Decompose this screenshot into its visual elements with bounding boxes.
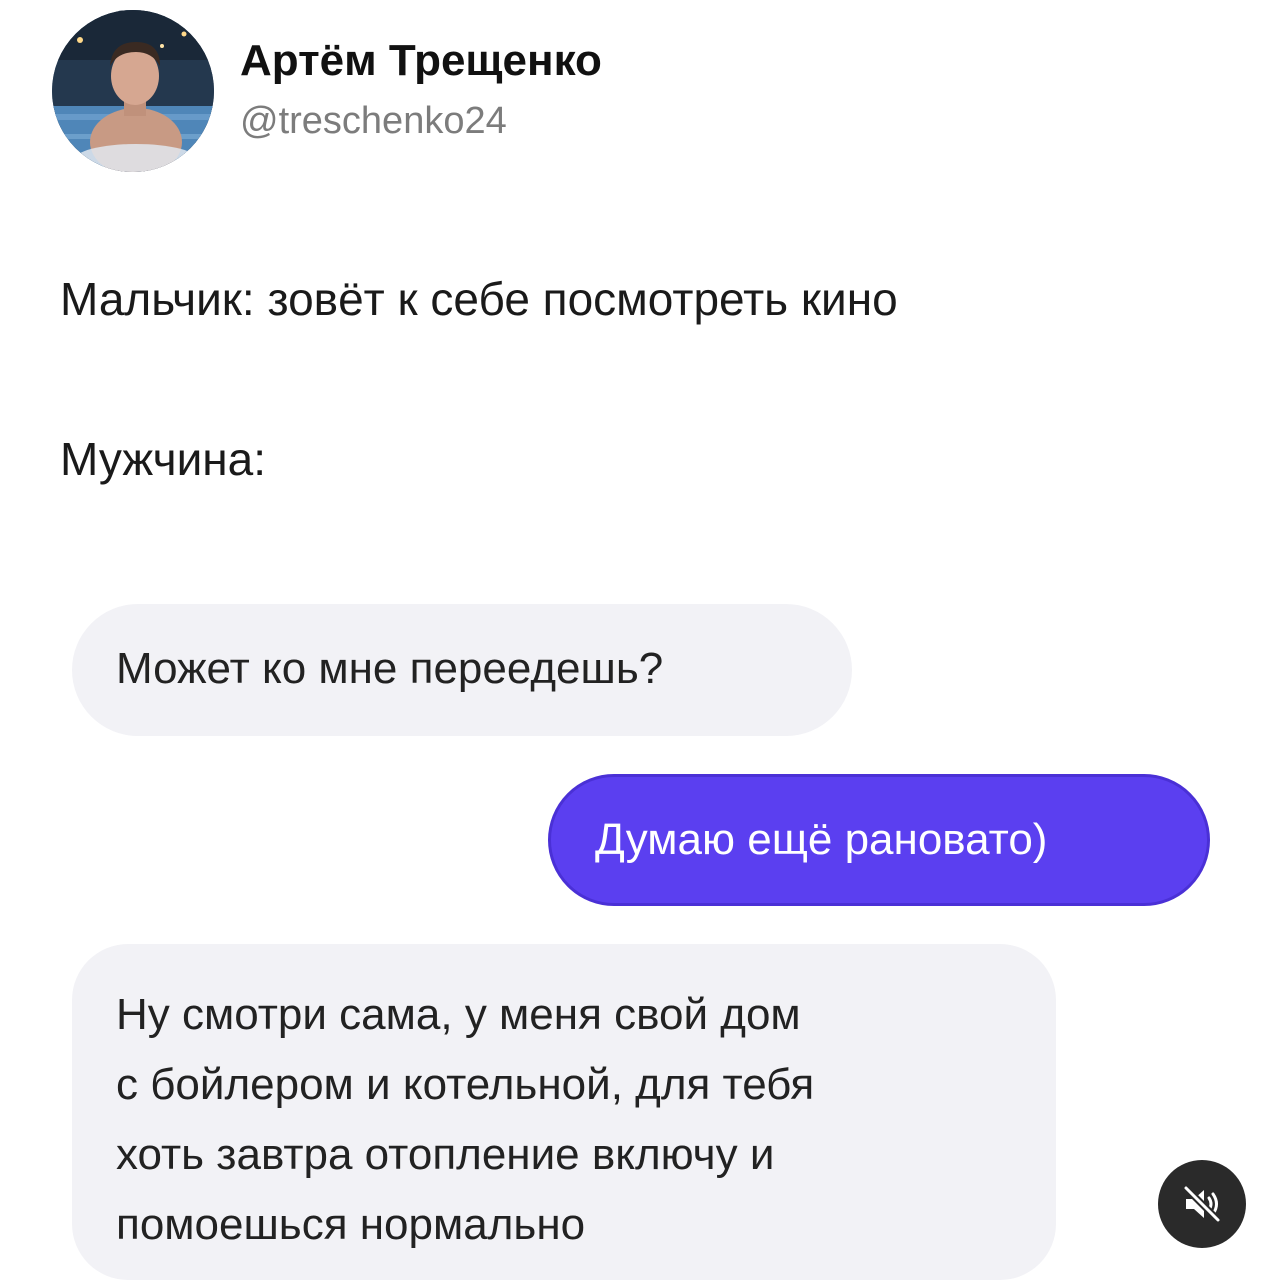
author-name[interactable]: Артём Трещенко [240,36,602,86]
message-text-line: Ну смотри сама, у меня свой дом [116,990,801,1039]
mute-button[interactable] [1158,1160,1246,1248]
tweet-text-line: Мальчик: зовёт к себе посмотреть кино [60,273,898,325]
avatar[interactable] [52,10,214,172]
message-text: Может ко мне переедешь? [116,644,664,693]
outgoing-message-bubble: Думаю ещё рановато) [548,774,1210,906]
speaker-muted-icon [1182,1184,1222,1224]
message-text-line: помоешься нормально [116,1200,586,1249]
incoming-message-bubble: Может ко мне переедешь? [72,604,852,736]
tweet-text-line: Мужчина: [60,433,267,485]
message-text-line: хоть завтра отопление включу и [116,1130,775,1179]
author-handle[interactable]: @treschenko24 [240,100,507,143]
incoming-message-bubble: Ну смотри сама, у меня свой дом с бойлер… [72,944,1056,1280]
message-text-line: с бойлером и котельной, для тебя [116,1060,815,1109]
message-text: Думаю ещё рановато) [595,815,1048,864]
avatar-photo [52,10,214,172]
